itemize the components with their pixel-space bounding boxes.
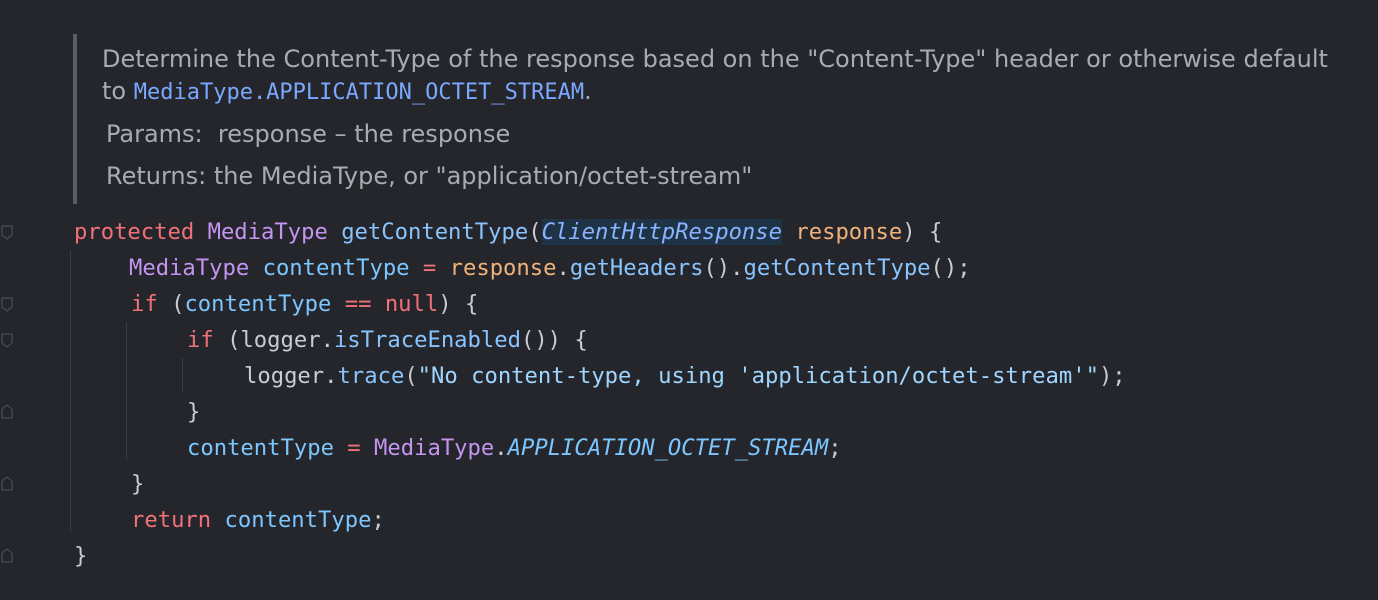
operator: = — [333, 435, 375, 461]
punctuation: ) { — [902, 219, 943, 245]
punctuation: ) { — [438, 291, 479, 317]
variable: contentType — [184, 291, 332, 317]
fold-collapse-icon[interactable] — [1, 297, 13, 313]
javadoc-params-label: Params: — [106, 120, 203, 148]
fold-expand-icon[interactable] — [1, 475, 13, 491]
method-name: getContentType — [341, 219, 529, 245]
string-literal: "No content-type, using 'application/oct… — [417, 363, 1099, 389]
method-call: isTraceEnabled — [333, 327, 521, 353]
type-name: MediaType — [374, 435, 495, 461]
code-line[interactable]: return contentType; — [131, 502, 385, 538]
punctuation: ; — [371, 507, 385, 533]
operator: == — [331, 291, 385, 317]
variable: contentType — [262, 255, 410, 281]
keyword: null — [384, 291, 439, 317]
operator: = — [409, 255, 450, 281]
javadoc-returns: Returns: the MediaType, or "application/… — [106, 160, 752, 192]
code-line[interactable]: } — [74, 538, 87, 574]
fold-collapse-icon[interactable] — [1, 333, 13, 349]
keyword: if — [131, 291, 158, 317]
code-text: (logger. — [213, 327, 334, 353]
code-text: logger. — [244, 363, 338, 389]
code-line[interactable]: } — [131, 466, 144, 502]
variable: contentType — [224, 507, 372, 533]
fold-expand-icon[interactable] — [1, 547, 13, 563]
closing-brace: } — [74, 543, 88, 569]
punctuation: (); — [930, 255, 971, 281]
javadoc-returns-value: the MediaType, or "application/octet-str… — [213, 162, 753, 190]
closing-brace: } — [131, 471, 145, 497]
type-name: MediaType — [207, 219, 328, 245]
constant: APPLICATION_OCTET_STREAM — [507, 435, 829, 461]
parameter-name: response — [449, 255, 557, 281]
punctuation — [211, 507, 224, 533]
indent-guide — [182, 358, 183, 392]
variable: contentType — [187, 435, 334, 461]
code-line[interactable]: if (logger.isTraceEnabled()) { — [187, 322, 588, 358]
rendered-javadoc: Determine the Content-Type of the respon… — [73, 34, 1337, 204]
parameter-name: response — [795, 219, 903, 245]
method-call: getContentType — [743, 255, 931, 281]
punctuation: ); — [1098, 363, 1126, 389]
parameter-type: ClientHttpResponse — [541, 219, 783, 245]
fold-collapse-icon[interactable] — [1, 225, 13, 241]
javadoc-description-end: . — [584, 77, 592, 105]
punctuation: ( — [528, 219, 542, 245]
keyword: protected — [74, 219, 195, 245]
code-line[interactable]: MediaType contentType = response.getHead… — [129, 250, 971, 286]
punctuation: ()) { — [520, 327, 588, 353]
javadoc-link[interactable]: MediaType.APPLICATION_OCTET_STREAM — [134, 80, 584, 105]
method-call: trace — [337, 363, 405, 389]
punctuation: (). — [703, 255, 744, 281]
indent-guide — [126, 322, 127, 460]
code-line[interactable]: protected MediaType getContentType(Clien… — [74, 214, 942, 250]
indent-guide — [70, 250, 71, 532]
javadoc-params-value: response – the response — [217, 120, 511, 148]
punctuation: ( — [157, 291, 185, 317]
method-call: getHeaders — [569, 255, 704, 281]
code-line[interactable]: } — [187, 394, 200, 430]
code-line[interactable]: logger.trace("No content-type, using 'ap… — [244, 358, 1126, 394]
punctuation: ( — [404, 363, 418, 389]
javadoc-params: Params: response – the response — [106, 118, 510, 150]
javadoc-description: Determine the Content-Type of the respon… — [102, 43, 1332, 109]
punctuation: . — [494, 435, 508, 461]
code-line[interactable]: contentType = MediaType.APPLICATION_OCTE… — [187, 430, 842, 466]
type-name: MediaType — [129, 255, 250, 281]
keyword: return — [131, 507, 212, 533]
closing-brace: } — [187, 399, 201, 425]
fold-expand-icon[interactable] — [1, 403, 13, 419]
code-editor[interactable]: Determine the Content-Type of the respon… — [0, 0, 1378, 600]
punctuation: . — [556, 255, 570, 281]
code-line[interactable]: if (contentType == null) { — [131, 286, 478, 322]
punctuation: ; — [828, 435, 842, 461]
javadoc-returns-label: Returns: — [106, 162, 207, 190]
keyword: if — [187, 327, 214, 353]
